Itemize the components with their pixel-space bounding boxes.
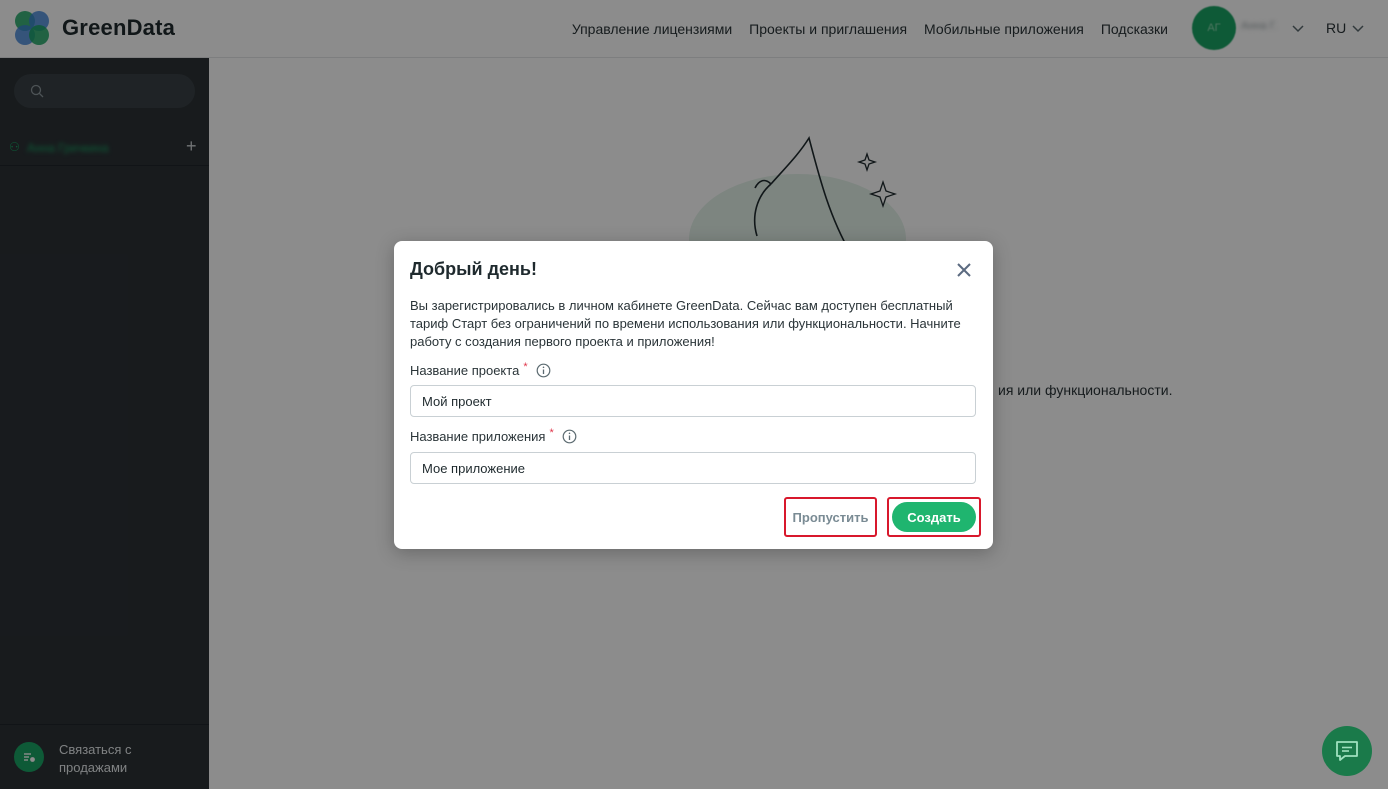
project-name-label-text: Название проекта xyxy=(410,363,520,378)
dialog-description: Вы зарегистрировались в личном кабинете … xyxy=(410,298,961,349)
app-name-label-text: Название приложения xyxy=(410,429,546,444)
skip-button[interactable]: Пропустить xyxy=(786,500,875,534)
required-mark: * xyxy=(549,426,554,439)
project-name-label: Название проекта * xyxy=(410,360,551,378)
create-button[interactable]: Создать xyxy=(892,502,976,532)
info-icon[interactable] xyxy=(562,429,577,444)
welcome-dialog: Добрый день! Вы зарегистрировались в лич… xyxy=(394,241,993,549)
chat-support-button[interactable] xyxy=(1322,726,1372,776)
project-name-input[interactable] xyxy=(410,385,976,417)
dialog-title: Добрый день! xyxy=(410,259,537,279)
chat-icon xyxy=(1336,741,1358,761)
app-name-input[interactable] xyxy=(410,452,976,484)
app-name-label: Название приложения * xyxy=(410,426,577,444)
required-mark: * xyxy=(523,360,528,373)
close-icon[interactable] xyxy=(953,259,975,281)
info-icon[interactable] xyxy=(536,363,551,378)
